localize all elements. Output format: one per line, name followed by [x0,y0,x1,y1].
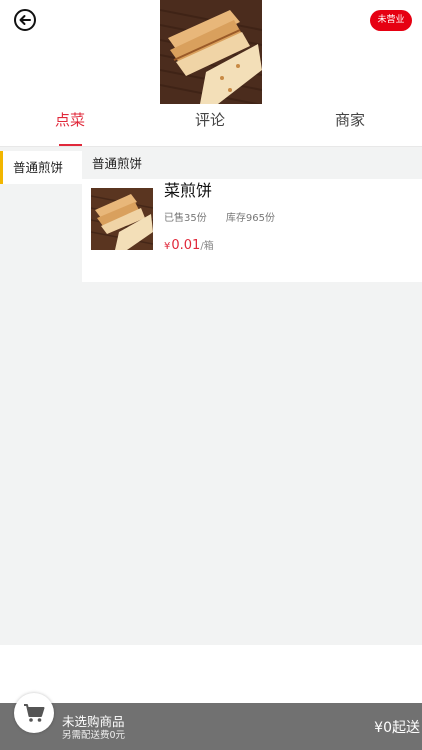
cart-bar: 未选购商品 另需配送费0元 ¥0起送 [0,693,422,750]
price-unit: /箱 [200,241,214,252]
tab-merchant[interactable]: 商家 [280,104,420,146]
store-hero-image [160,0,262,104]
dish-name: 菜煎饼 [164,181,213,200]
shopping-cart-icon [24,704,45,722]
active-tab-indicator [59,144,82,146]
section-title: 普通煎饼 [92,156,143,171]
dish-meta: 已售35份 库存965份 [164,209,291,224]
tab-bar: 点菜 评论 商家 [0,104,422,147]
menu-area: 普通煎饼 普通煎饼 菜煎饼 已售35份 库存965份 ¥0.01/箱 [0,147,422,645]
dish-stock: 库存965份 [225,213,276,224]
sidebar-item-category[interactable]: 普通煎饼 [0,151,82,184]
cart-button[interactable] [14,693,54,733]
dish-image [91,188,153,250]
dish-card[interactable]: 菜煎饼 已售35份 库存965份 ¥0.01/箱 [82,179,422,282]
store-status-badge: 未营业 [370,10,412,31]
currency-symbol: ¥ [164,241,171,252]
price-value: 0.01 [171,238,201,253]
dish-sold-count: 已售35份 [164,213,207,224]
tab-order[interactable]: 点菜 [0,104,140,146]
back-arrow-icon [19,15,31,25]
tab-reviews[interactable]: 评论 [140,104,280,146]
delivery-fee-note: 另需配送费0元 [62,730,126,741]
store-header: 未营业 [0,0,422,104]
dish-price: ¥0.01/箱 [164,237,214,253]
back-button[interactable] [14,9,36,31]
min-order-label[interactable]: ¥0起送 [374,717,420,737]
